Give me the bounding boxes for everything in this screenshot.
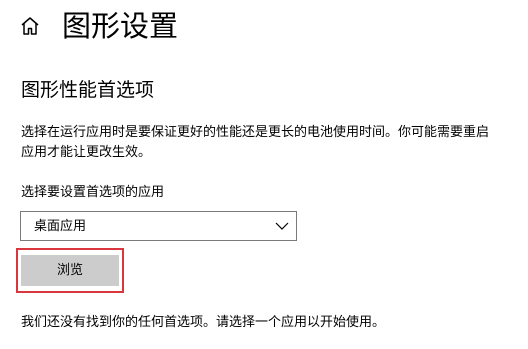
app-select-value: 桌面应用 xyxy=(34,219,87,234)
page-header: 图形设置 xyxy=(0,0,528,56)
home-icon[interactable] xyxy=(19,15,41,37)
section-description: 选择在运行应用时是要保证更好的性能还是更长的电池使用时间。你可能需要重启应用才能… xyxy=(21,125,490,160)
page-title: 图形设置 xyxy=(62,9,179,43)
no-preferences-message: 我们还没有找到你的任何首选项。请选择一个应用以开始使用。 xyxy=(21,315,386,330)
app-type-select[interactable]: 桌面应用 xyxy=(20,211,297,241)
app-select-label: 选择要设置首选项的应用 xyxy=(21,185,165,200)
section-heading: 图形性能首选项 xyxy=(21,79,155,101)
browse-button[interactable]: 浏览 xyxy=(21,255,119,286)
chevron-down-icon xyxy=(275,220,289,232)
